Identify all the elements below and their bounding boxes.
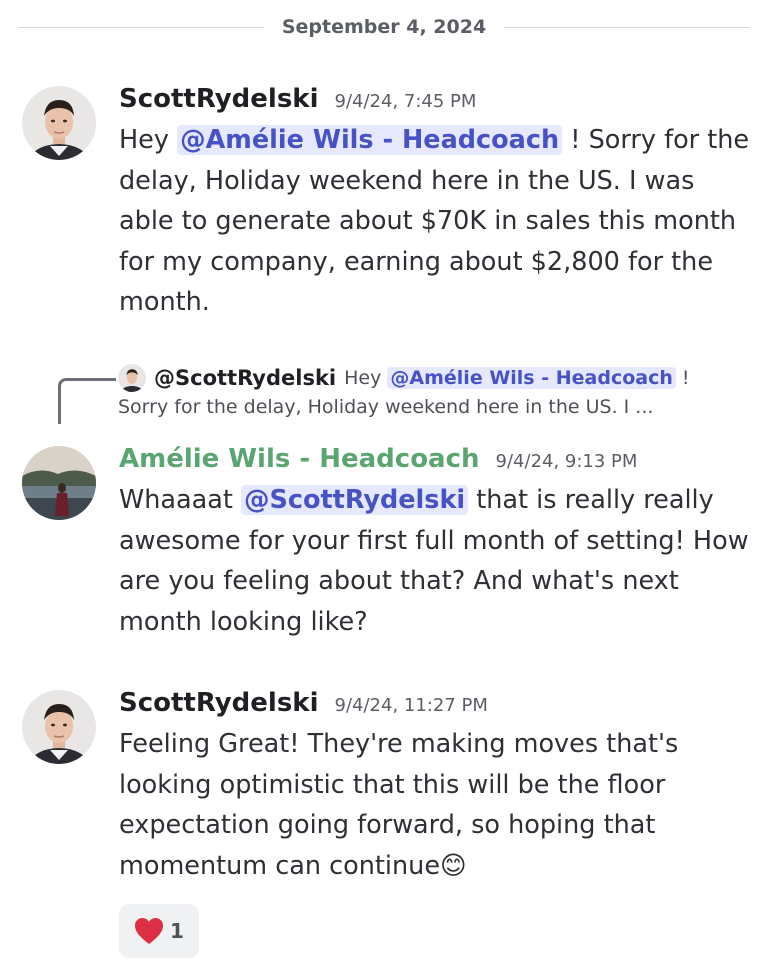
reply-text: Hey @Amélie Wils - Headcoach ! [344, 367, 690, 389]
author-name[interactable]: ScottRydelski [119, 84, 319, 114]
man-portrait-avatar-icon [22, 690, 96, 764]
message-header: ScottRydelski 9/4/24, 7:45 PM [119, 84, 754, 118]
reply-author[interactable]: @ScottRydelski [154, 366, 336, 390]
message-text: Feeling Great! They're making moves that… [119, 729, 679, 881]
divider-line-right [504, 26, 750, 28]
message-scott-1: ScottRydelski 9/4/24, 7:45 PM Hey @Améli… [22, 84, 754, 324]
reply-mention[interactable]: @Amélie Wils - Headcoach [387, 367, 676, 389]
message-header: ScottRydelski 9/4/24, 11:27 PM [119, 688, 754, 722]
message-content: Amélie Wils - Headcoach 9/4/24, 9:13 PM … [119, 444, 754, 642]
message-body: Hey @Amélie Wils - Headcoach ! Sorry for… [119, 120, 754, 323]
divider-line-left [18, 26, 264, 28]
message-body: Feeling Great! They're making moves that… [119, 724, 754, 886]
date-divider: September 4, 2024 [18, 14, 750, 40]
reaction-count: 1 [170, 919, 184, 943]
author-name[interactable]: ScottRydelski [119, 688, 319, 718]
author-name[interactable]: Amélie Wils - Headcoach [119, 444, 480, 474]
man-portrait-avatar-icon [118, 364, 146, 392]
avatar-amelie[interactable] [22, 446, 96, 520]
message-timestamp: 9/4/24, 7:45 PM [334, 91, 477, 112]
avatar-scott[interactable] [22, 86, 96, 160]
message-header: Amélie Wils - Headcoach 9/4/24, 9:13 PM [119, 444, 754, 478]
reply-avatar [118, 364, 146, 392]
message-scott-2: ScottRydelski 9/4/24, 11:27 PM Feeling G… [22, 688, 754, 888]
user-mention[interactable]: @Amélie Wils - Headcoach [177, 125, 563, 155]
message-text: Whaaaat [119, 485, 241, 515]
chat-view: September 4, 2024 ScottRydelski 9/4/24, … [0, 0, 768, 980]
reply-line-2: Sorry for the delay, Holiday weekend her… [118, 396, 654, 418]
message-text: Hey [119, 125, 178, 155]
user-mention[interactable]: @ScottRydelski [240, 485, 469, 515]
woman-lakeside-avatar-icon [22, 446, 96, 520]
smiling-face-emoji-icon: 😊 [440, 850, 467, 881]
man-portrait-avatar-icon [22, 86, 96, 160]
divider-date-label: September 4, 2024 [281, 16, 487, 38]
message-amelie: Amélie Wils - Headcoach 9/4/24, 9:13 PM … [22, 444, 754, 654]
reaction-heart-button[interactable]: 1 [119, 904, 199, 958]
message-content: ScottRydelski 9/4/24, 11:27 PM Feeling G… [119, 688, 754, 886]
reply-preview[interactable]: @ScottRydelski Hey @Amélie Wils - Headco… [58, 358, 754, 428]
reply-text-before: Hey [344, 367, 388, 389]
message-timestamp: 9/4/24, 11:27 PM [334, 695, 488, 716]
reply-connector-icon [58, 378, 116, 424]
message-content: ScottRydelski 9/4/24, 7:45 PM Hey @Améli… [119, 84, 754, 323]
heart-icon [135, 918, 164, 944]
reply-text-after: ! [675, 367, 690, 389]
message-timestamp: 9/4/24, 9:13 PM [495, 451, 638, 472]
avatar-scott[interactable] [22, 690, 96, 764]
message-body: Whaaaat @ScottRydelski that is really re… [119, 480, 754, 642]
reply-line-1: @ScottRydelski Hey @Amélie Wils - Headco… [118, 364, 690, 392]
